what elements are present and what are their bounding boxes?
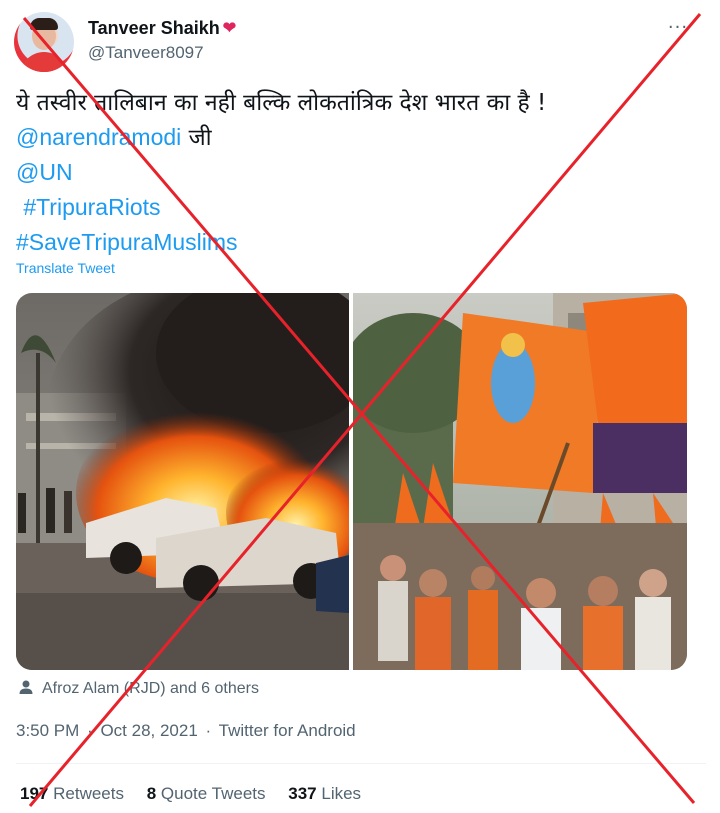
tweet-card: Tanveer Shaikh ❤ @Tanveer8097 ··· ये तस्व…: [0, 0, 720, 813]
tweet-date[interactable]: Oct 28, 2021: [100, 721, 197, 740]
media-photo-saffron-rally[interactable]: [353, 293, 687, 670]
tweet-text: ये तस्वीर तालिबान का नही बल्कि लोकतांत्र…: [16, 86, 706, 260]
tweet-text-line-mention: @narendramodi जी: [16, 120, 706, 155]
tweet-text-line-hashtag: #TripuraRiots: [16, 190, 706, 225]
tweet-time[interactable]: 3:50 PM: [16, 721, 79, 740]
author-handle[interactable]: @Tanveer8097: [88, 42, 204, 64]
retweets-label: Retweets: [53, 784, 124, 803]
quote-tweets-label: Quote Tweets: [160, 784, 266, 803]
divider: [16, 763, 706, 764]
mention-link-un[interactable]: @UN: [16, 159, 73, 185]
tweet-text-line-mention: @UN: [16, 155, 706, 190]
likes-label: Likes: [321, 784, 362, 803]
heart-emoji-icon: ❤: [222, 20, 237, 37]
hashtag-link-savetripuramuslims[interactable]: #SaveTripuraMuslims: [16, 229, 238, 255]
meta-separator: ·: [205, 721, 212, 740]
mention-suffix: जी: [181, 125, 212, 151]
likes-stat[interactable]: 337 Likes: [288, 784, 361, 803]
author-display-name[interactable]: Tanveer Shaikh ❤: [88, 17, 236, 40]
retweets-stat[interactable]: 197 Retweets: [20, 784, 124, 803]
quote-tweets-count: 8: [146, 784, 157, 803]
meta-separator: ·: [87, 721, 93, 740]
quote-tweets-stat[interactable]: 8 Quote Tweets: [147, 784, 266, 803]
mention-link-narendramodi[interactable]: @narendramodi: [16, 124, 181, 150]
engagement-stats: 197 Retweets 8 Quote Tweets 337 Likes: [20, 783, 379, 805]
author-name-text: Tanveer Shaikh: [88, 18, 220, 38]
liked-by-context[interactable]: Afroz Alam (RJD) and 6 others: [18, 679, 259, 699]
hashtag-link-tripurariots[interactable]: #TripuraRiots: [23, 194, 160, 220]
tweet-text-line-hashtag: #SaveTripuraMuslims: [16, 225, 706, 260]
tweet-text-line: ये तस्वीर तालिबान का नही बल्कि लोकतांत्र…: [16, 90, 547, 116]
saffron-rally-photo: [353, 293, 687, 670]
translate-tweet-link[interactable]: Translate Tweet: [16, 260, 115, 276]
liked-by-text: Afroz Alam (RJD) and 6 others: [42, 680, 259, 697]
tweet-source[interactable]: Twitter for Android: [219, 721, 356, 740]
more-options-icon[interactable]: ···: [664, 18, 692, 38]
tweet-timestamp: 3:50 PM · Oct 28, 2021 · Twitter for And…: [16, 720, 359, 742]
retweets-count: 197: [20, 784, 49, 803]
media-photo-burning-cars[interactable]: [16, 293, 349, 670]
tweet-media: [16, 293, 687, 670]
likes-count: 337: [288, 784, 317, 803]
author-avatar[interactable]: [14, 12, 74, 72]
person-icon: [19, 680, 33, 694]
burning-cars-photo: [16, 293, 349, 670]
